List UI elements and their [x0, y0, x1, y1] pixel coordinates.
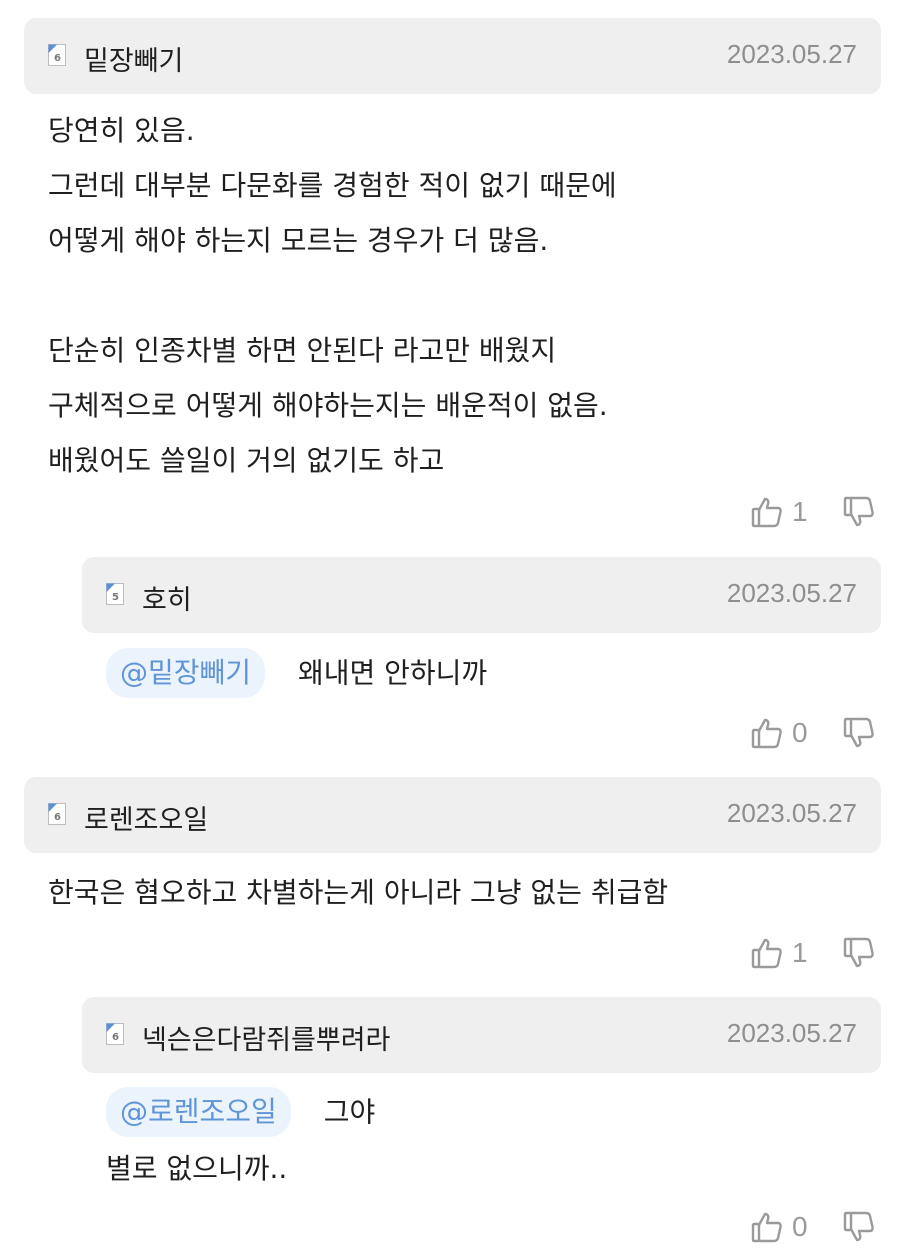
comment-author[interactable]: 호히 — [142, 578, 192, 617]
thumbs-down-outline-icon — [842, 495, 876, 529]
like-button[interactable]: 1 — [750, 936, 814, 970]
thumbs-up-outline-icon — [750, 495, 784, 529]
svg-text:6: 6 — [112, 1032, 119, 1043]
comment-author[interactable]: 넥슨은다람쥐를뿌려라 — [142, 1018, 390, 1057]
svg-text:6: 6 — [54, 53, 61, 64]
like-button[interactable]: 0 — [750, 716, 814, 750]
comment-header: 5 호히 2023.05.27 — [82, 557, 881, 633]
comment-text-line: 당연히 있음. — [48, 114, 195, 147]
comment-text-line: 한국은 혐오하고 차별하는게 아니라 그냥 없는 취급함 — [48, 876, 669, 909]
comment-text-line: 어떻게 해야 하는지 모르는 경우가 더 많음. — [48, 224, 549, 257]
mention-tag[interactable]: @밑장빼기 — [106, 648, 266, 698]
comment: 6 로렌조오일 2023.05.27 한국은 혐오하고 차별하는게 아니라 그냥… — [0, 765, 900, 985]
comment-text-line: 별로 없으니까.. — [106, 1152, 288, 1185]
thumbs-up-outline-icon — [750, 936, 784, 970]
reply-line: @밑장빼기 왜내면 안하니까 — [106, 644, 487, 702]
dislike-button[interactable] — [842, 1210, 876, 1244]
thumbs-down-outline-icon — [842, 936, 876, 970]
comment-author[interactable]: 로렌조오일 — [84, 798, 208, 837]
comment-text-line: 그야 — [323, 1095, 376, 1129]
comment-text-line: 단순히 인종차별 하면 안된다 라고만 배웠지 — [48, 334, 557, 367]
comment-text-line — [48, 268, 617, 323]
vote-actions: 0 — [750, 1207, 876, 1247]
vote-actions: 1 — [750, 492, 876, 532]
level-badge-icon: 5 — [106, 583, 124, 605]
level-badge-icon: 6 — [48, 803, 66, 825]
vote-actions: 1 — [750, 933, 876, 973]
dislike-button[interactable] — [842, 495, 876, 529]
thumbs-down-outline-icon — [842, 1210, 876, 1244]
level-badge-icon: 6 — [48, 44, 66, 66]
comment-header: 6 로렌조오일 2023.05.27 — [24, 777, 881, 853]
comment-date: 2023.05.27 — [726, 1018, 857, 1048]
reply-comment: 6 넥슨은다람쥐를뿌려라 2023.05.27 @로렌조오일 그야 별로 없으니… — [0, 985, 900, 1260]
svg-text:5: 5 — [112, 592, 119, 603]
comment-body: @로렌조오일 그야 별로 없으니까.. — [106, 1083, 375, 1196]
comment: 6 밑장빼기 2023.05.27 당연히 있음. 그런데 대부분 다문화를 경… — [0, 0, 900, 545]
vote-actions: 0 — [750, 713, 876, 753]
comment-text-line: 왜내면 안하니까 — [297, 656, 488, 690]
comment-body: 한국은 혐오하고 차별하는게 아니라 그냥 없는 취급함 — [48, 865, 668, 920]
level-badge-icon: 6 — [106, 1023, 124, 1045]
dislike-button[interactable] — [842, 716, 876, 750]
like-count: 0 — [792, 1211, 808, 1242]
comment-date: 2023.05.27 — [726, 578, 857, 608]
thumbs-down-outline-icon — [842, 716, 876, 750]
comment-text-line: 배웠어도 쓸일이 거의 없기도 하고 — [48, 444, 445, 477]
like-count: 1 — [792, 496, 808, 527]
reply-comment: 5 호히 2023.05.27 @밑장빼기 왜내면 안하니까 0 — [0, 545, 900, 765]
comment-text-line: 그런데 대부분 다문화를 경험한 적이 없기 때문에 — [48, 169, 617, 202]
like-button[interactable]: 0 — [750, 1210, 814, 1244]
mention-tag[interactable]: @로렌조오일 — [106, 1087, 291, 1137]
like-count: 0 — [792, 717, 808, 748]
comment-author[interactable]: 밑장빼기 — [84, 39, 183, 78]
like-button[interactable]: 1 — [750, 495, 814, 529]
comment-text-line: 구체적으로 어떻게 해야하는지는 배운적이 없음. — [48, 389, 608, 422]
reply-line: @로렌조오일 그야 — [106, 1083, 375, 1141]
like-count: 1 — [792, 937, 808, 968]
dislike-button[interactable] — [842, 936, 876, 970]
svg-text:6: 6 — [54, 812, 61, 823]
comment-body: @밑장빼기 왜내면 안하니까 — [106, 644, 487, 702]
comment-body: 당연히 있음. 그런데 대부분 다문화를 경험한 적이 없기 때문에 어떻게 해… — [48, 103, 617, 488]
comment-date: 2023.05.27 — [726, 798, 857, 828]
thumbs-up-outline-icon — [750, 1210, 784, 1244]
comment-date: 2023.05.27 — [726, 39, 857, 69]
comment-header: 6 밑장빼기 2023.05.27 — [24, 18, 881, 94]
comment-header: 6 넥슨은다람쥐를뿌려라 2023.05.27 — [82, 997, 881, 1073]
thumbs-up-outline-icon — [750, 716, 784, 750]
